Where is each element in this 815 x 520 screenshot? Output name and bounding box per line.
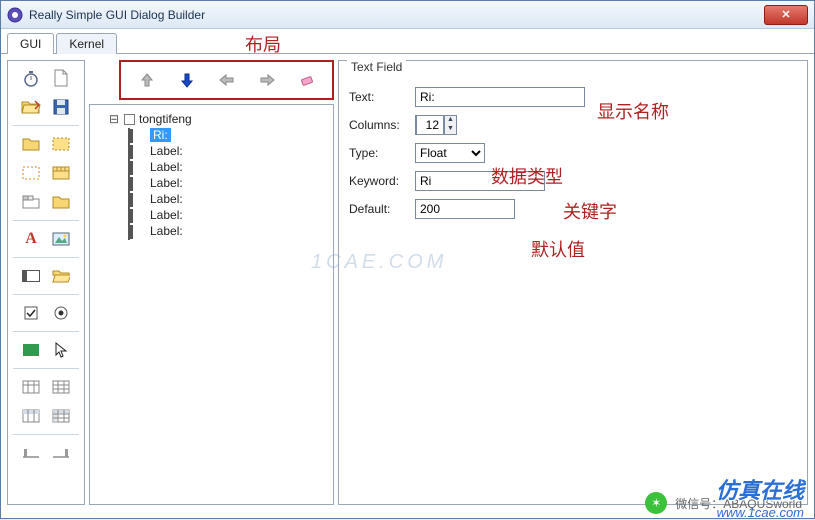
tablefull-icon[interactable] (49, 405, 73, 427)
openfolder2-icon[interactable] (49, 265, 73, 287)
textfield-node-icon (128, 225, 146, 237)
tree-item-label: Label: (150, 160, 183, 174)
folder-icon[interactable] (19, 133, 43, 155)
tree-item-label: Label: (150, 144, 183, 158)
tab-gui[interactable]: GUI (7, 33, 54, 54)
textfield-node-icon (128, 209, 146, 221)
close-button[interactable]: ✕ (764, 5, 808, 25)
save-icon[interactable] (49, 96, 73, 118)
select-dashed-icon[interactable] (19, 162, 43, 184)
stopwatch-icon[interactable] (19, 67, 43, 89)
default-label: Default: (349, 202, 409, 216)
grid2-icon[interactable] (49, 376, 73, 398)
text-input[interactable] (415, 87, 585, 107)
radio-icon[interactable] (49, 302, 73, 324)
cursor-icon[interactable] (49, 339, 73, 361)
wechat-icon: ✶ (645, 492, 667, 514)
tree-checkbox[interactable] (124, 114, 135, 125)
window-title: Really Simple GUI Dialog Builder (29, 8, 205, 22)
tree-item[interactable]: Label: (94, 143, 329, 159)
tree-item-label: Ri: (150, 128, 171, 142)
tabstrip-icon[interactable] (19, 191, 43, 213)
widget-palette: A (7, 60, 85, 505)
textfield-node-icon (128, 193, 146, 205)
titlebar: Really Simple GUI Dialog Builder ✕ (1, 1, 814, 29)
properties-legend: Text Field (347, 60, 406, 74)
lslider-icon[interactable] (19, 442, 43, 464)
columns-label: Columns: (349, 118, 409, 132)
open-folder-icon[interactable] (19, 96, 43, 118)
move-up-button[interactable] (136, 69, 158, 91)
textfield-node-icon (128, 129, 146, 141)
default-input[interactable] (415, 199, 515, 219)
tree-item[interactable]: Label: (94, 223, 329, 239)
tree-item[interactable]: Ri: (94, 127, 329, 143)
textfield-icon[interactable] (19, 265, 43, 287)
film-icon[interactable] (49, 162, 73, 184)
spin-down-icon[interactable]: ▼ (444, 125, 456, 134)
layout-toolbar (119, 60, 334, 100)
tree-item[interactable]: Label: (94, 191, 329, 207)
move-right-button[interactable] (256, 69, 278, 91)
tree-root-label: tongtifeng (139, 112, 192, 126)
row-icon[interactable] (19, 405, 43, 427)
footer-brand: ✶ 微信号：ABAQUSworld (645, 492, 802, 514)
content-area: A (1, 54, 814, 511)
middle-panel: ⊟ tongtifeng Ri: Label: Label: (89, 60, 334, 505)
keyword-input[interactable] (415, 171, 545, 191)
image-icon[interactable] (49, 228, 73, 250)
textfield-node-icon (128, 145, 146, 157)
grid1-icon[interactable] (19, 376, 43, 398)
type-select[interactable]: Float (415, 143, 485, 163)
textfield-node-icon (128, 177, 146, 189)
tree-item[interactable]: Label: (94, 175, 329, 191)
tab-bar: GUI Kernel (1, 29, 814, 54)
select-yellow-icon[interactable] (49, 133, 73, 155)
eraser-button[interactable] (296, 69, 318, 91)
new-file-icon[interactable] (49, 67, 73, 89)
tree-item[interactable]: Label: (94, 159, 329, 175)
spin-up-icon[interactable]: ▲ (444, 116, 456, 125)
tree-item-label: Label: (150, 224, 183, 238)
columns-input[interactable] (416, 115, 444, 135)
checkbox-icon[interactable] (19, 302, 43, 324)
collapse-icon[interactable]: ⊟ (108, 112, 120, 126)
app-window: Really Simple GUI Dialog Builder ✕ GUI K… (0, 0, 815, 519)
type-label: Type: (349, 146, 409, 160)
text-icon[interactable]: A (19, 228, 43, 250)
tab-kernel[interactable]: Kernel (56, 33, 117, 54)
app-icon (7, 7, 23, 23)
tree-item-label: Label: (150, 176, 183, 190)
move-left-button[interactable] (216, 69, 238, 91)
tree-item-label: Label: (150, 208, 183, 222)
folder2-icon[interactable] (49, 191, 73, 213)
rslider-icon[interactable] (49, 442, 73, 464)
tree-item[interactable]: Label: (94, 207, 329, 223)
tree-item-label: Label: (150, 192, 183, 206)
colorswatch-icon[interactable] (19, 339, 43, 361)
tree-root-row[interactable]: ⊟ tongtifeng (94, 111, 329, 127)
tree-panel[interactable]: ⊟ tongtifeng Ri: Label: Label: (89, 104, 334, 505)
move-down-button[interactable] (176, 69, 198, 91)
close-icon: ✕ (781, 8, 790, 21)
columns-spinner[interactable]: ▲▼ (415, 115, 457, 135)
properties-panel: Text Field Text: Columns: ▲▼ Type: Fl (338, 60, 808, 505)
keyword-label: Keyword: (349, 174, 409, 188)
textfield-node-icon (128, 161, 146, 173)
text-label: Text: (349, 90, 409, 104)
wechat-label: 微信号：ABAQUSworld (675, 495, 802, 512)
